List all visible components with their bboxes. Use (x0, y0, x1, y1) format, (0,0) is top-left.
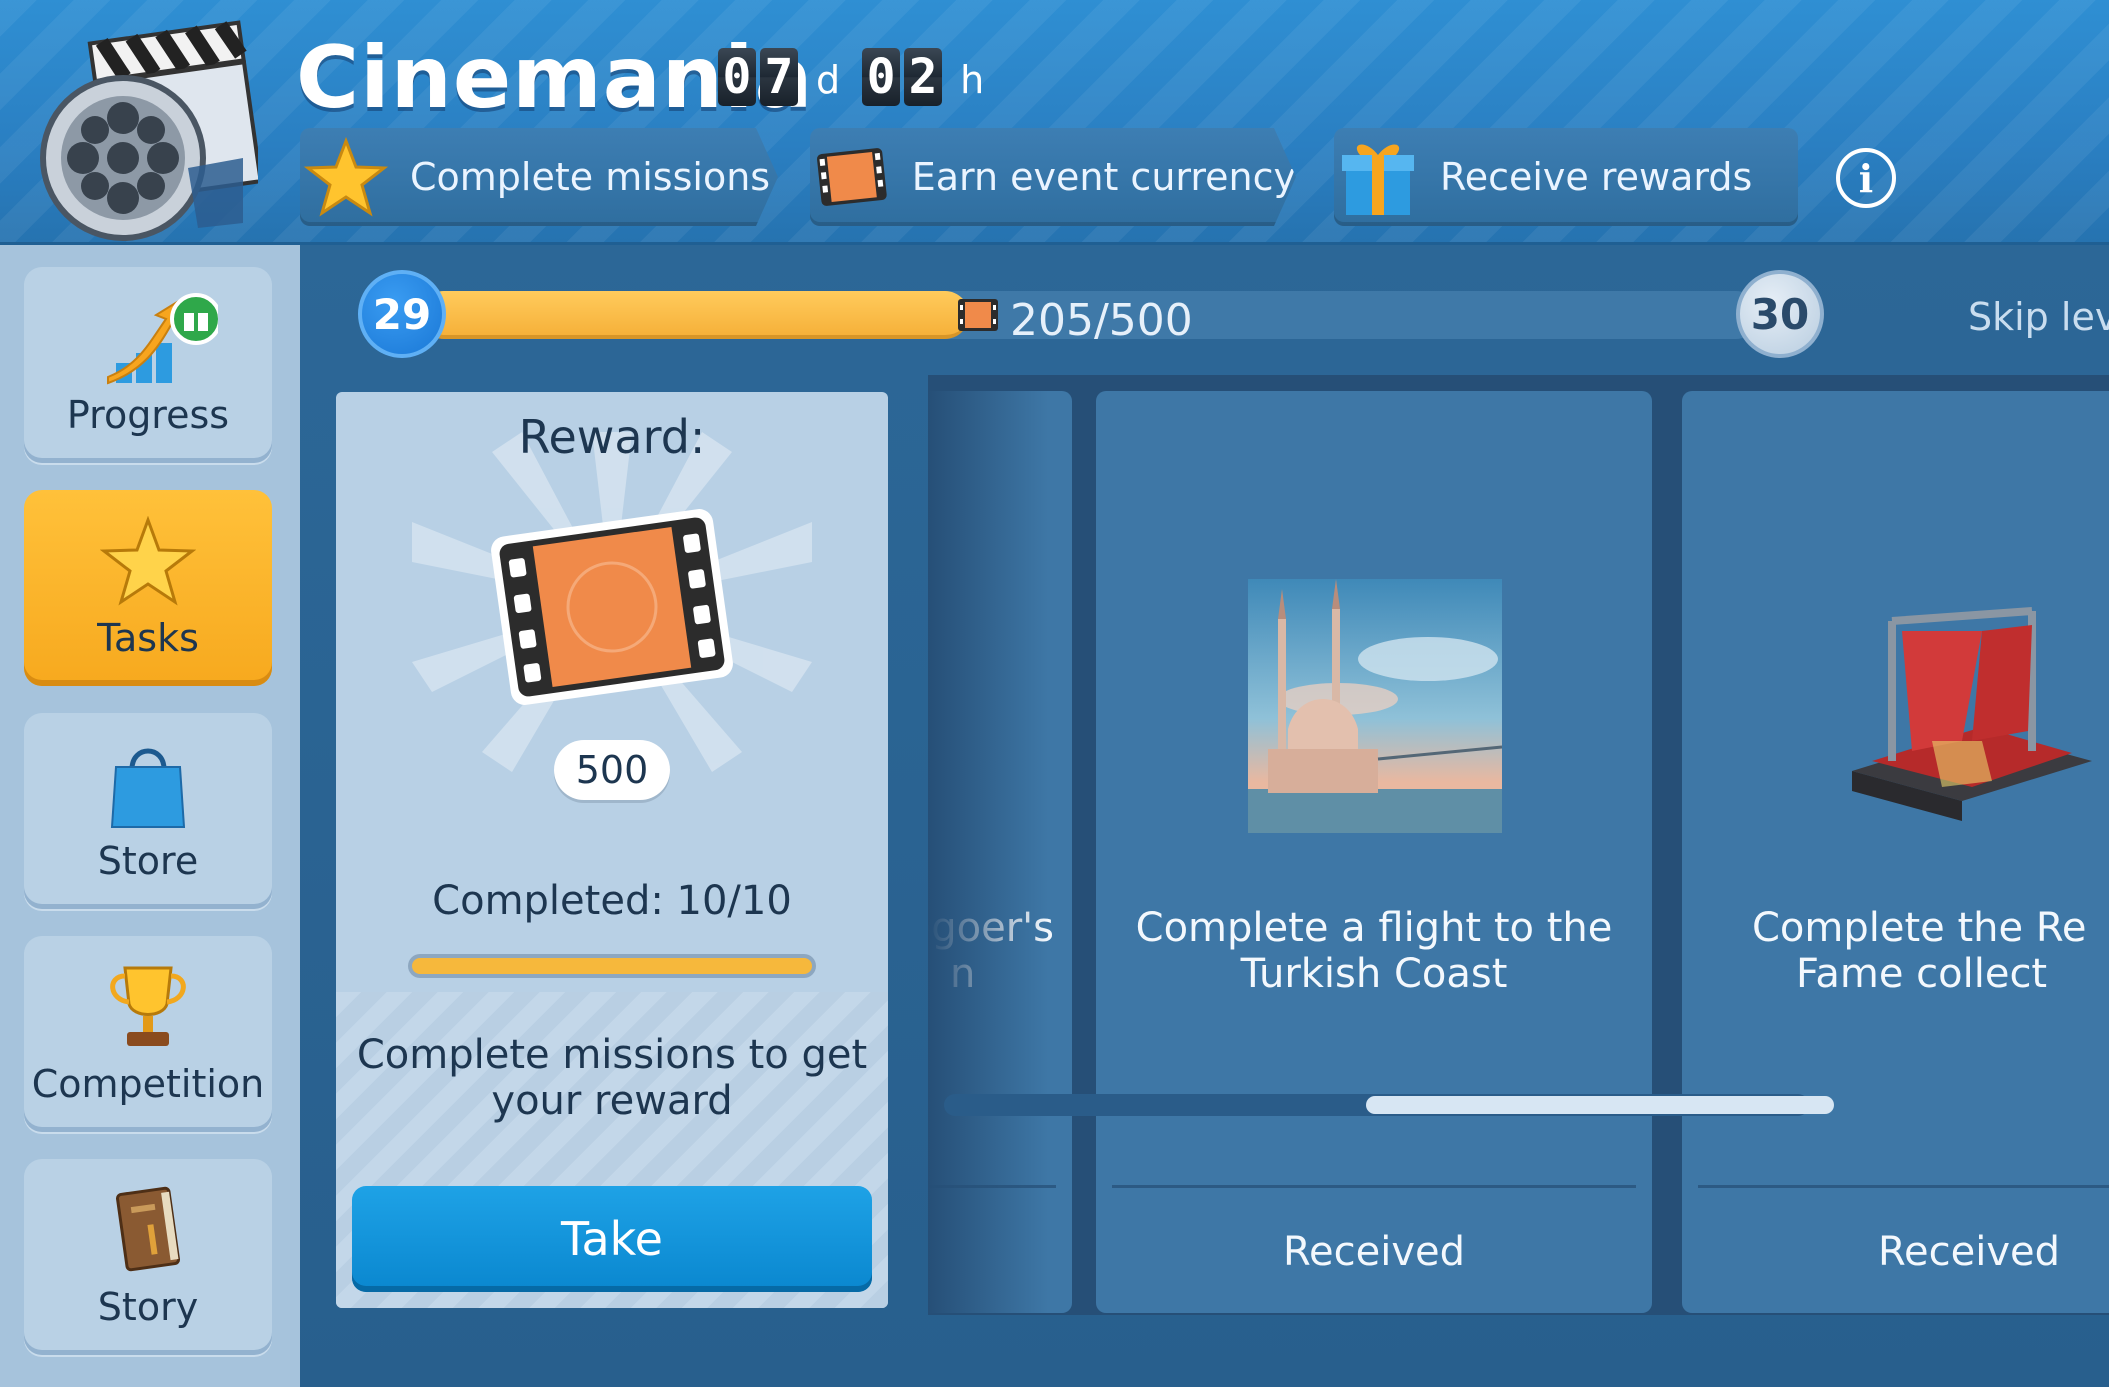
timer-unit-days: d (816, 58, 841, 102)
star-icon (100, 516, 196, 606)
timer-digit: 0 (718, 48, 756, 106)
sidebar-item-label: Story (97, 1285, 199, 1329)
task-status: Received (1283, 1229, 1465, 1275)
carousel-scrollbar-thumb[interactable] (1366, 1096, 1834, 1114)
cinemania-logo-icon (40, 20, 258, 241)
timer-unit-hours: h (960, 58, 985, 102)
task-card[interactable]: Complete the Re Fame collect Received (1682, 391, 2109, 1313)
progress-arrow-icon (107, 293, 218, 385)
next-level-badge: 30 (1736, 270, 1824, 358)
sidebar-item-tasks[interactable]: Tasks (24, 490, 272, 686)
film-ticket-icon (814, 138, 890, 216)
reward-description: Complete missions to get your reward (356, 1032, 868, 1124)
sidebar-item-progress[interactable]: Progress (24, 267, 272, 463)
shopping-bag-icon (110, 748, 186, 828)
level-progress-value: 205/500 (1010, 295, 1193, 346)
task-card[interactable]: Complete a flight to the Turkish Coast R… (1096, 391, 1652, 1313)
book-icon (115, 1186, 181, 1272)
countdown-timer: 0 7 d 0 2 h (718, 44, 1006, 106)
turkish-coast-mosque-image (1248, 579, 1502, 833)
step-complete-missions: Complete missions (300, 128, 778, 226)
task-desc-line: Complete a flight to the (1135, 905, 1613, 951)
event-steps: Complete missions Earn event currency Re… (300, 128, 1820, 228)
reward-title: Reward: (518, 410, 706, 464)
timer-digit: 2 (904, 48, 943, 106)
skip-level-link[interactable]: Skip leve (1968, 295, 2109, 339)
sidebar-item-label: Tasks (97, 616, 199, 660)
sidebar-item-competition[interactable]: Competition (24, 936, 272, 1132)
task-divider (1112, 1185, 1636, 1188)
step-label: Earn event currency (911, 155, 1296, 199)
step-label: Complete missions (410, 155, 771, 199)
current-level-badge: 29 (358, 270, 446, 358)
step-receive-rewards: Receive rewards (1334, 128, 1798, 226)
carousel-fade-overlay (928, 375, 1048, 1315)
task-description: Complete the Re Fame collect (1682, 905, 2109, 997)
completed-progress-bar (408, 954, 816, 978)
main-content: 205/500 29 30 Skip leve Reward: (300, 245, 2109, 1387)
sidebar: Progress Tasks Store Competition Story (0, 245, 300, 1387)
star-icon (304, 135, 388, 219)
reward-panel: Reward: 500 Completed: 10/10 Complete mi… (336, 392, 888, 1308)
task-desc-line: Complete the Re (1752, 905, 2087, 951)
step-label: Receive rewards (1440, 155, 1753, 199)
task-status: Received (1878, 1229, 2060, 1275)
take-button[interactable]: Take (352, 1186, 872, 1292)
sidebar-item-label: Progress (66, 393, 230, 437)
gift-icon (1342, 144, 1414, 215)
sidebar-item-store[interactable]: Store (24, 713, 272, 909)
step-earn-currency: Earn event currency (810, 128, 1296, 226)
task-divider (1698, 1185, 2109, 1188)
tasks-carousel[interactable]: egoer's n (928, 375, 2109, 1315)
film-ticket-icon (958, 299, 998, 331)
film-ticket-icon (491, 509, 733, 705)
completed-progress-fill (412, 958, 812, 974)
task-desc-line: Turkish Coast (1240, 951, 1508, 997)
timer-digit: 0 (862, 48, 901, 106)
level-progress-fill (420, 291, 970, 339)
sidebar-item-story[interactable]: Story (24, 1159, 272, 1355)
task-desc-line: Fame collect (1796, 951, 2048, 997)
sidebar-item-label: Competition (31, 1062, 265, 1106)
timer-digit: 7 (760, 48, 798, 106)
sidebar-item-label: Store (97, 839, 199, 883)
reward-amount-badge: 500 (554, 740, 670, 800)
event-header: Cinemania 0 7 d 0 2 h Complete missions (0, 0, 2109, 245)
task-description: Complete a flight to the Turkish Coast (1096, 905, 1652, 997)
trophy-icon (110, 966, 186, 1046)
completed-count: Completed: 10/10 (432, 878, 792, 924)
info-button[interactable]: i (1836, 148, 1896, 208)
stage-spotlight-image (1852, 607, 2092, 821)
